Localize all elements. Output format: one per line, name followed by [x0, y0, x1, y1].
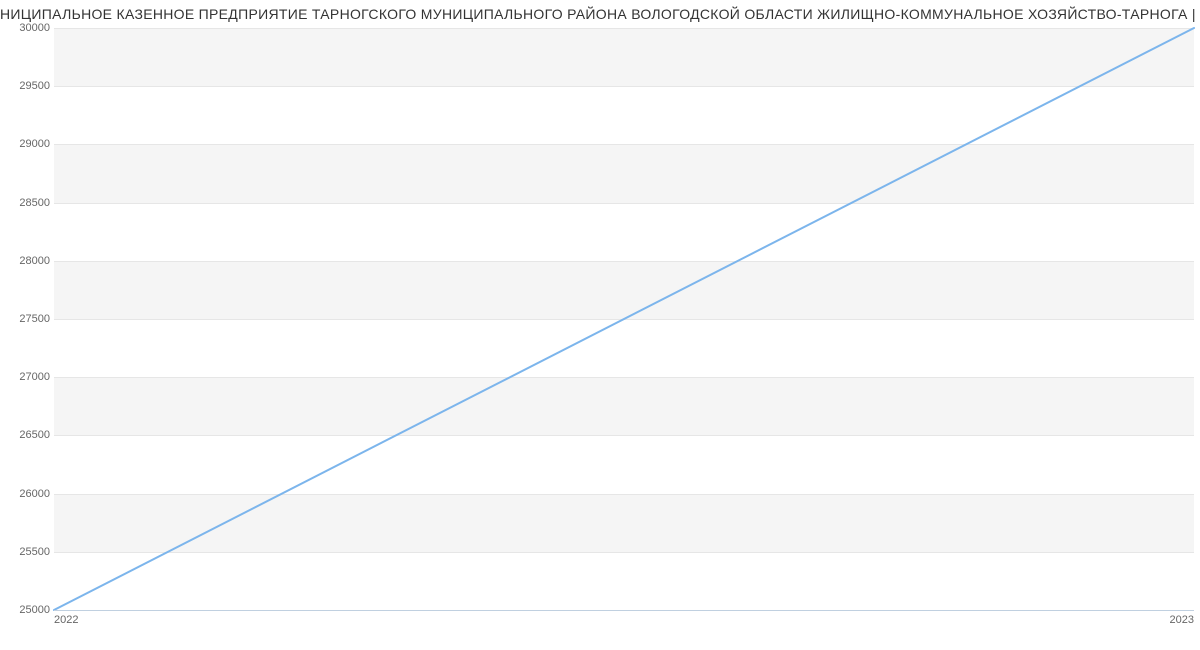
y-tick-label: 28500 — [6, 197, 50, 209]
y-tick-label: 29500 — [6, 80, 50, 92]
x-axis-line — [54, 610, 1194, 611]
y-tick-label: 27000 — [6, 371, 50, 383]
y-tick-label: 28000 — [6, 255, 50, 267]
chart-title: НИЦИПАЛЬНОЕ КАЗЕННОЕ ПРЕДПРИЯТИЕ ТАРНОГС… — [0, 6, 1200, 22]
plot-area — [54, 28, 1194, 610]
x-tick-label: 2023 — [1170, 614, 1194, 626]
y-tick-label: 25000 — [6, 604, 50, 616]
y-tick-label: 29000 — [6, 138, 50, 150]
y-tick-label: 26500 — [6, 429, 50, 441]
data-line — [54, 28, 1194, 610]
y-tick-label: 25500 — [6, 546, 50, 558]
y-tick-label: 27500 — [6, 313, 50, 325]
x-tick-label: 2022 — [54, 614, 78, 626]
line-series — [54, 28, 1194, 610]
y-tick-label: 30000 — [6, 22, 50, 34]
chart-container: НИЦИПАЛЬНОЕ КАЗЕННОЕ ПРЕДПРИЯТИЕ ТАРНОГС… — [0, 0, 1200, 650]
y-tick-label: 26000 — [6, 488, 50, 500]
